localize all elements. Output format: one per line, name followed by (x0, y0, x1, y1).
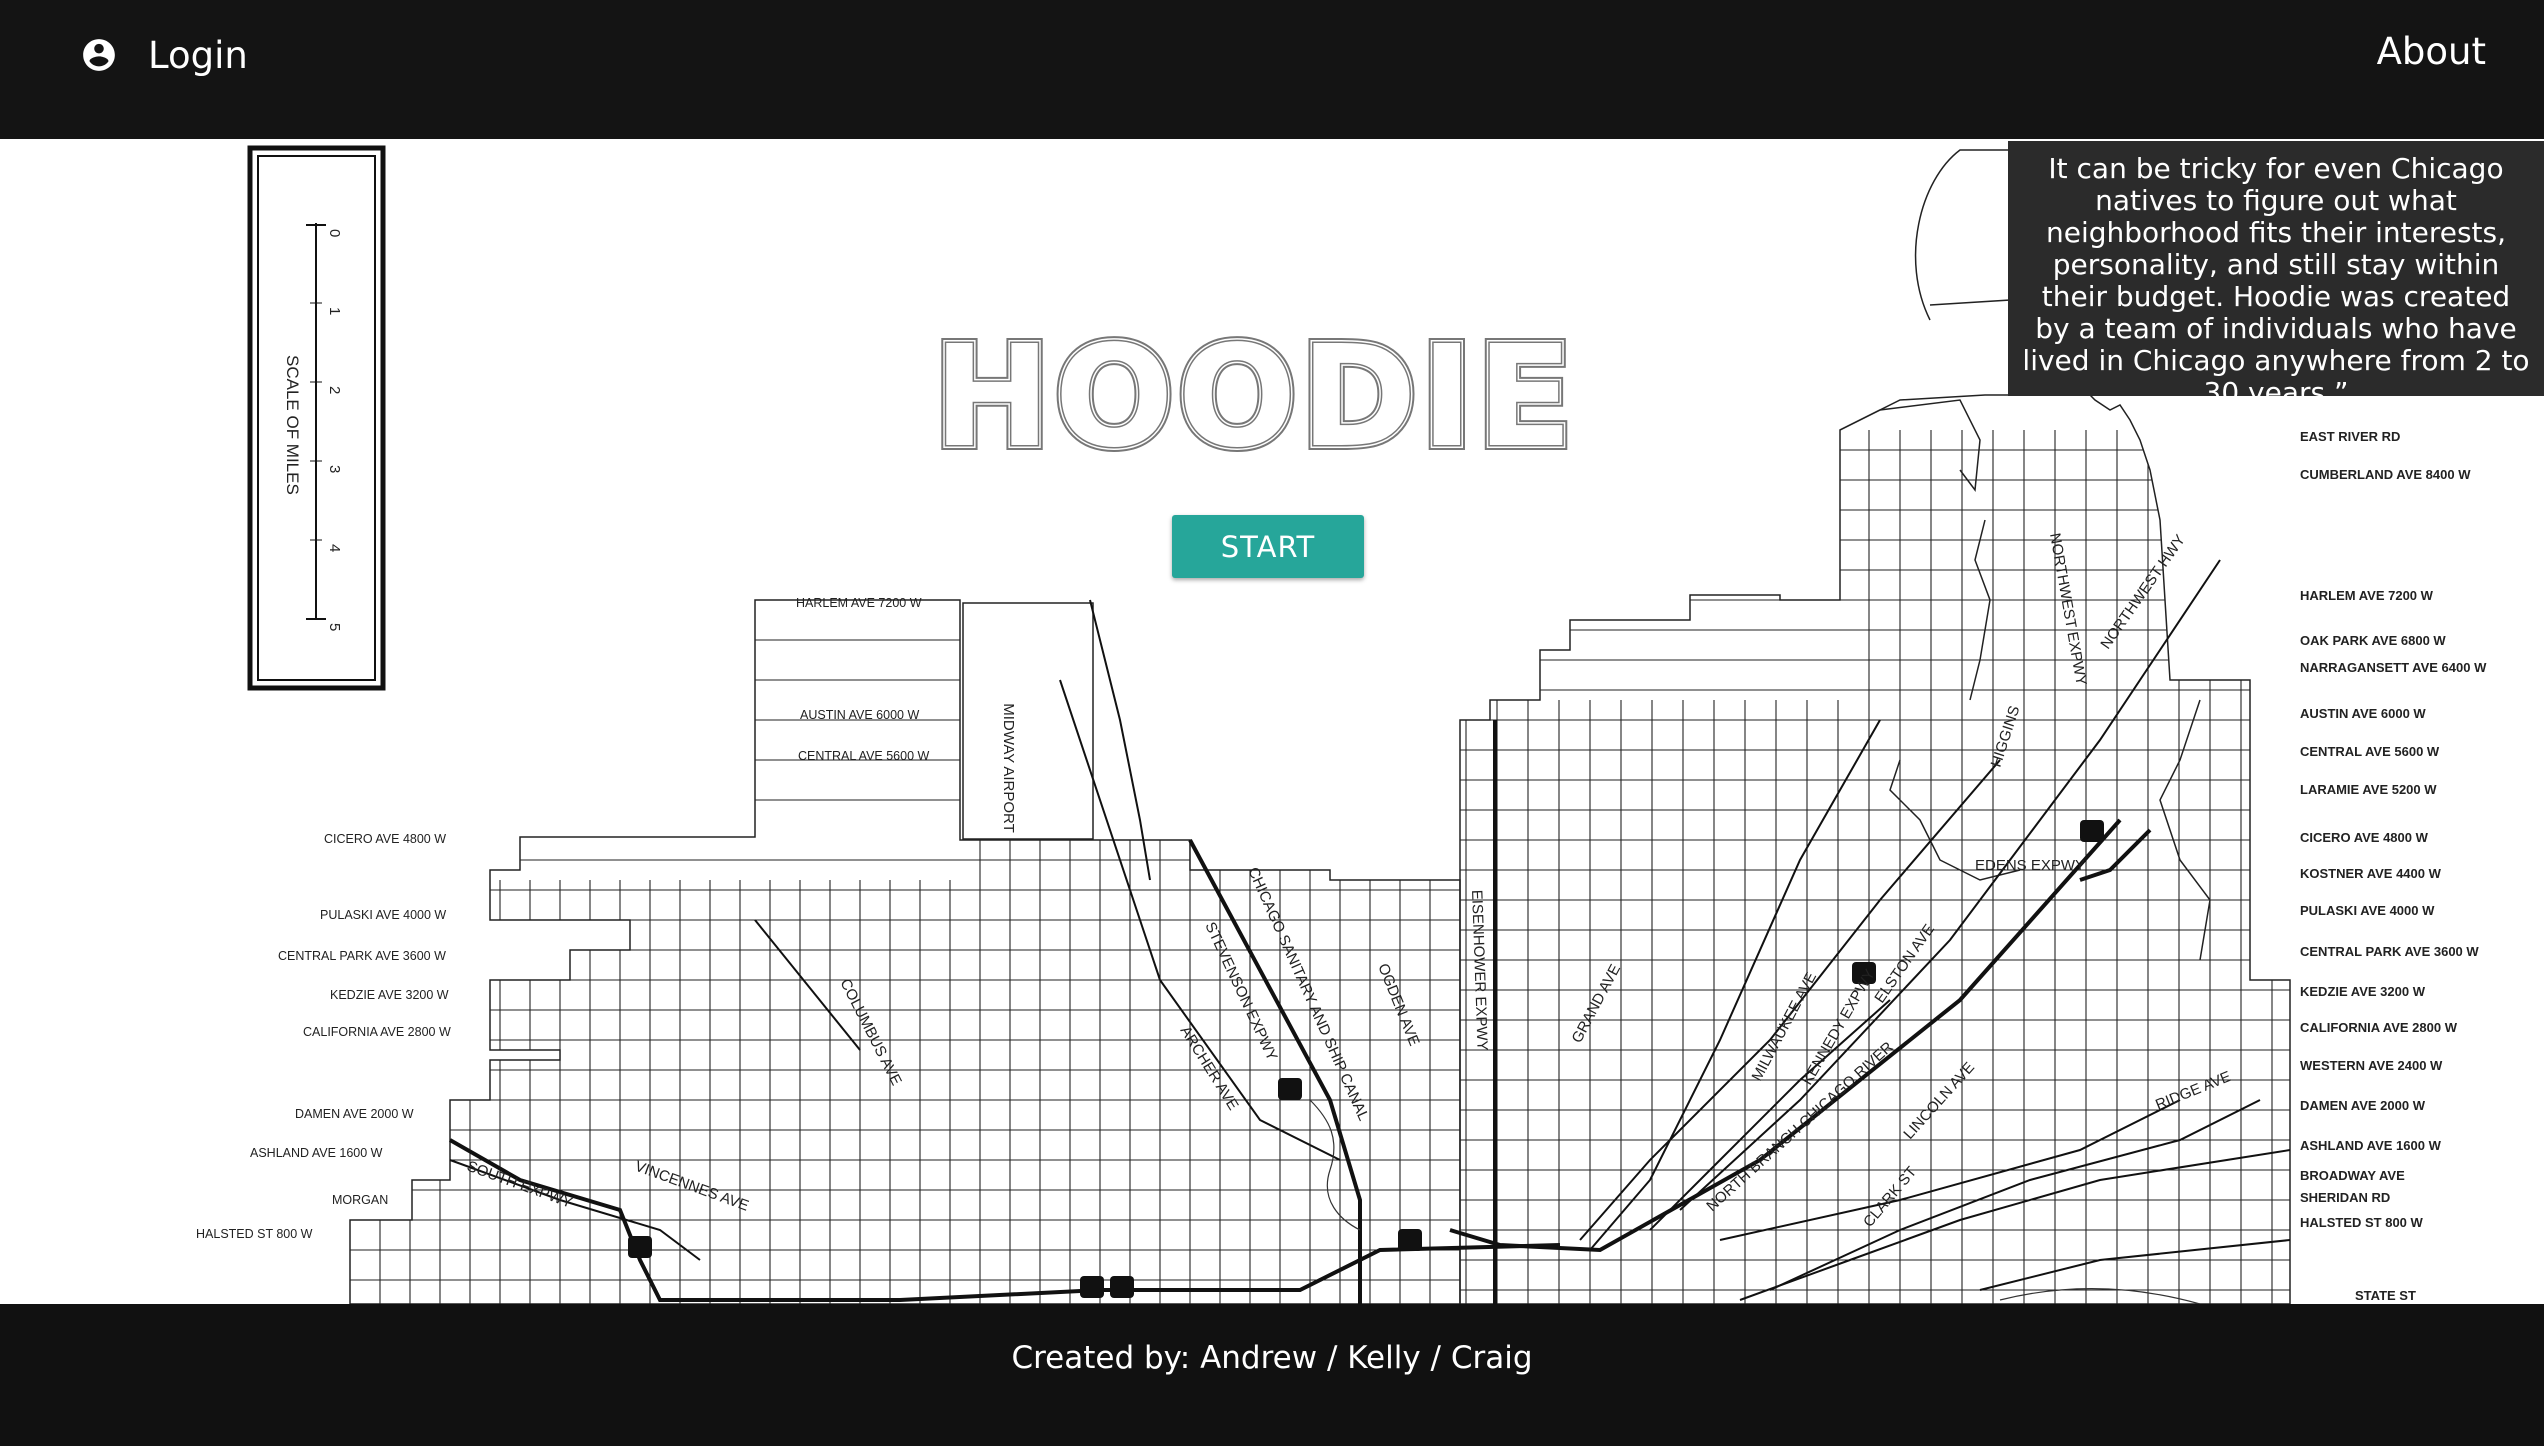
svg-text:PULASKI AVE 4000 W: PULASKI AVE 4000 W (320, 908, 446, 922)
svg-text:HALSTED ST 800 W: HALSTED ST 800 W (196, 1227, 313, 1241)
start-button[interactable]: START (1172, 515, 1364, 578)
svg-text:KEDZIE AVE 3200 W: KEDZIE AVE 3200 W (2300, 984, 2426, 999)
svg-text:ASHLAND AVE 1600 W: ASHLAND AVE 1600 W (250, 1146, 383, 1160)
svg-text:5: 5 (326, 623, 343, 631)
svg-text:NORTH BRANCH CHICAGO RIVER: NORTH BRANCH CHICAGO RIVER (1703, 1038, 1896, 1215)
svg-text:NARRAGANSETT AVE 6400 W: NARRAGANSETT AVE 6400 W (2300, 660, 2487, 675)
svg-text:EISENHOWER EXPWY: EISENHOWER EXPWY (1468, 890, 1491, 1051)
svg-text:SOUTH EXPWY: SOUTH EXPWY (465, 1158, 575, 1212)
hero-title-fill: HOODIE (933, 320, 1576, 470)
svg-text:CHICAGO SANITARY AND SHIP CANA: CHICAGO SANITARY AND SHIP CANAL (1244, 865, 1372, 1124)
svg-text:4: 4 (326, 544, 343, 552)
svg-text:CALIFORNIA AVE 2800 W: CALIFORNIA AVE 2800 W (303, 1025, 451, 1039)
svg-text:DAMEN AVE 2000 W: DAMEN AVE 2000 W (2300, 1098, 2426, 1113)
svg-text:PULASKI AVE 4000 W: PULASKI AVE 4000 W (2300, 903, 2435, 918)
svg-text:2: 2 (326, 386, 343, 394)
svg-text:CENTRAL AVE 5600 W: CENTRAL AVE 5600 W (2300, 744, 2440, 759)
svg-text:LINCOLN AVE: LINCOLN AVE (1900, 1059, 1978, 1143)
about-text: It can be tricky for even Chicago native… (2022, 152, 2530, 409)
about-panel: It can be tricky for even Chicago native… (2008, 141, 2544, 409)
svg-text:CUMBERLAND AVE 8400 W: CUMBERLAND AVE 8400 W (2300, 467, 2471, 482)
svg-text:CENTRAL PARK AVE 3600 W: CENTRAL PARK AVE 3600 W (278, 949, 446, 963)
credits-text: Created by: Andrew / Kelly / Craig (1011, 1340, 1533, 1376)
svg-text:EDENS EXPWY: EDENS EXPWY (1975, 857, 2085, 874)
svg-text:CALIFORNIA AVE 2800 W: CALIFORNIA AVE 2800 W (2300, 1020, 2458, 1035)
hoodie-logo: HOODIE HOODIE HOODIE HOODIE (930, 320, 1578, 470)
svg-text:WESTERN AVE 2400 W: WESTERN AVE 2400 W (2300, 1058, 2443, 1073)
svg-text:KOSTNER AVE 4400 W: KOSTNER AVE 4400 W (2300, 866, 2442, 881)
svg-text:STEVENSON EXPWY: STEVENSON EXPWY (1201, 920, 1280, 1064)
svg-text:3: 3 (326, 465, 343, 473)
svg-text:CENTRAL AVE 5600 W: CENTRAL AVE 5600 W (798, 749, 930, 763)
svg-text:ASHLAND AVE 1600 W: ASHLAND AVE 1600 W (2300, 1138, 2442, 1153)
svg-text:CENTRAL PARK AVE 3600 W: CENTRAL PARK AVE 3600 W (2300, 944, 2479, 959)
login-link[interactable]: Login (80, 30, 248, 80)
svg-text:CICERO AVE 4800 W: CICERO AVE 4800 W (324, 832, 446, 846)
svg-text:OAK PARK AVE 6800 W: OAK PARK AVE 6800 W (2300, 633, 2446, 648)
svg-text:GRAND AVE: GRAND AVE (1569, 962, 1625, 1046)
svg-text:HARLEM AVE 7200 W: HARLEM AVE 7200 W (796, 596, 922, 610)
svg-text:BROADWAY AVE: BROADWAY AVE (2300, 1168, 2405, 1183)
svg-text:NORTHWEST HWY: NORTHWEST HWY (2097, 532, 2189, 653)
svg-text:RIDGE AVE: RIDGE AVE (2153, 1068, 2233, 1114)
about-link[interactable]: About (2377, 30, 2486, 73)
account-circle-icon (83, 39, 115, 71)
svg-text:CICERO AVE 4800 W: CICERO AVE 4800 W (2300, 830, 2429, 845)
svg-text:OGDEN AVE: OGDEN AVE (1374, 961, 1422, 1048)
svg-text:1: 1 (326, 307, 343, 315)
top-navbar: Login About (0, 0, 2544, 139)
svg-text:HARLEM AVE 7200 W: HARLEM AVE 7200 W (2300, 588, 2434, 603)
svg-text:AUSTIN AVE 6000 W: AUSTIN AVE 6000 W (2300, 706, 2426, 721)
svg-text:EAST RIVER RD: EAST RIVER RD (2300, 429, 2400, 444)
svg-text:MORGAN: MORGAN (332, 1193, 388, 1207)
login-label: Login (148, 33, 248, 77)
svg-text:NORTHWEST EXPWY: NORTHWEST EXPWY (2046, 532, 2090, 687)
svg-text:KEDZIE AVE 3200 W: KEDZIE AVE 3200 W (330, 988, 449, 1002)
svg-text:AUSTIN AVE 6000 W: AUSTIN AVE 6000 W (800, 708, 919, 722)
svg-text:0: 0 (326, 229, 343, 237)
svg-text:MIDWAY AIRPORT: MIDWAY AIRPORT (1000, 703, 1017, 832)
scale-title: SCALE OF MILES (283, 355, 302, 495)
svg-text:DAMEN AVE 2000 W: DAMEN AVE 2000 W (295, 1107, 414, 1121)
svg-text:HALSTED ST 800 W: HALSTED ST 800 W (2300, 1215, 2424, 1230)
footer: Created by: Andrew / Kelly / Craig (0, 1304, 2544, 1446)
svg-text:SHERIDAN RD: SHERIDAN RD (2300, 1190, 2390, 1205)
svg-text:STATE ST: STATE ST (2355, 1288, 2416, 1303)
svg-text:LARAMIE AVE 5200 W: LARAMIE AVE 5200 W (2300, 782, 2437, 797)
